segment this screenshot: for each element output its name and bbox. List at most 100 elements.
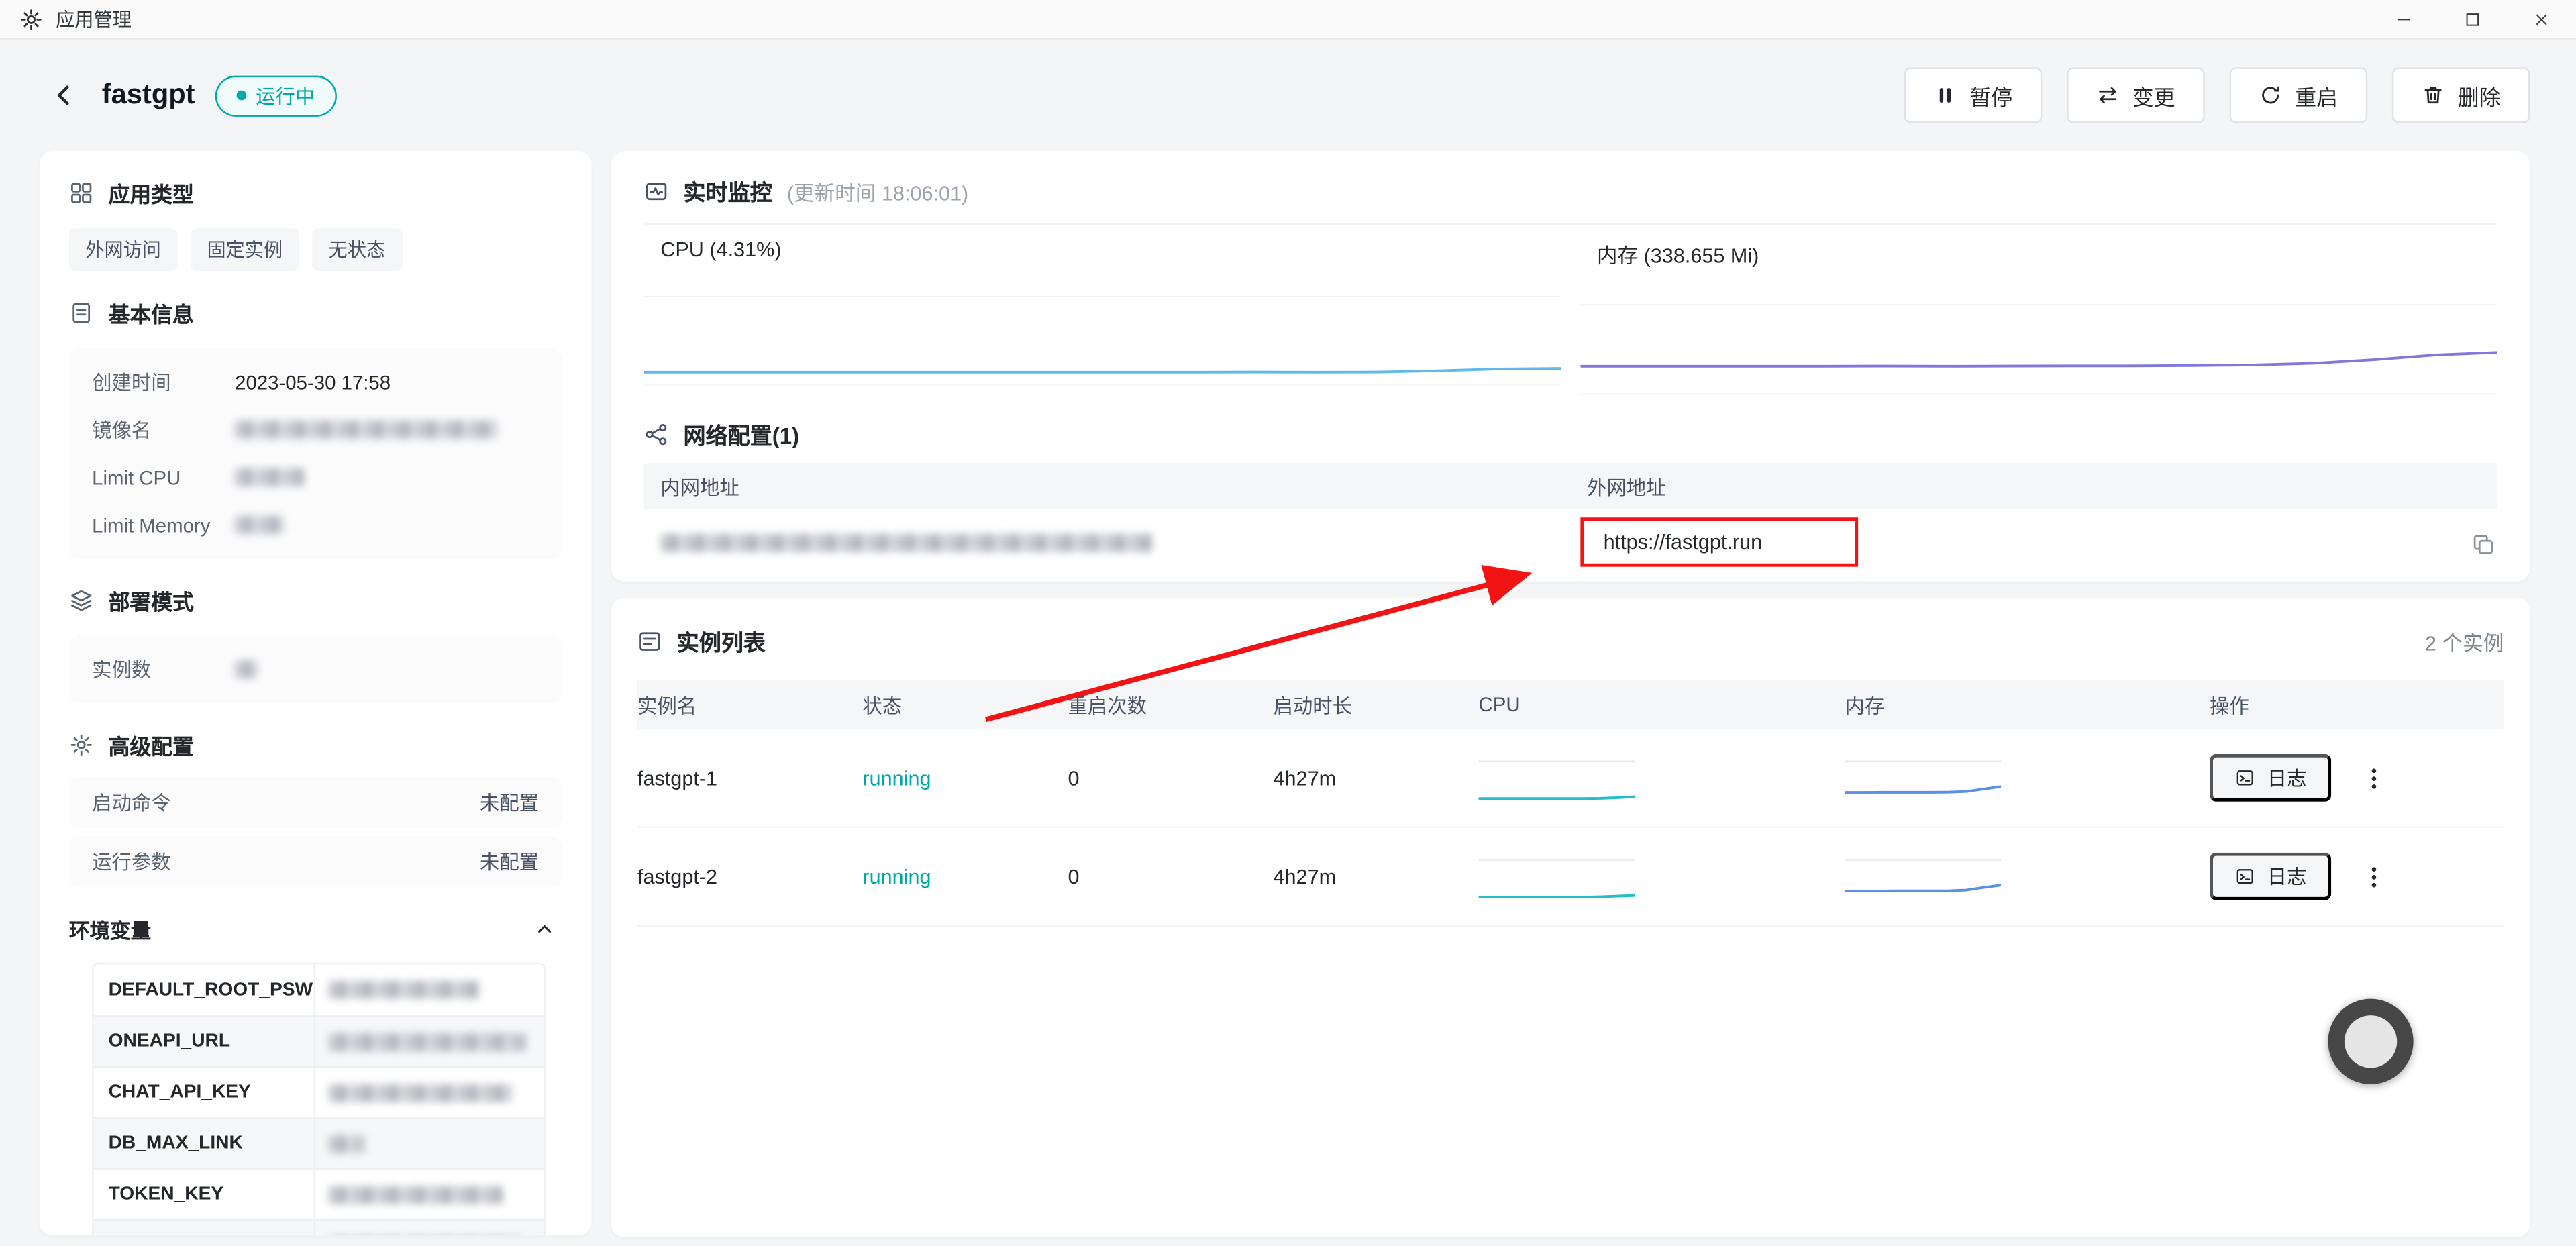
env-key: DEFAULT_ROOT_PSW xyxy=(94,964,316,1015)
env-row: DB_MAX_LINK xyxy=(94,1117,544,1168)
monitor-header: 实时监控 (更新时间 18:06:01) xyxy=(644,174,2497,207)
section-basic-info: 基本信息 xyxy=(69,297,562,329)
log-button-label: 日志 xyxy=(2267,862,2307,890)
env-row: CHAT_API_KEY xyxy=(94,1066,544,1117)
network-table-row: https://fastgpt.run xyxy=(644,509,2497,575)
chevron-up-icon xyxy=(533,917,555,939)
cpu-chart-label: CPU (4.31%) xyxy=(644,225,1561,268)
app-window: 应用管理 fastgpt 运行中 暂 xyxy=(0,0,2576,1246)
change-button[interactable]: 变更 xyxy=(2067,67,2205,123)
kebab-menu-icon xyxy=(2361,864,2387,890)
info-label: 实例数 xyxy=(92,656,235,684)
memory-sparkline-chart xyxy=(1845,750,2002,806)
maximize-button[interactable] xyxy=(2438,0,2507,38)
redacted-env-value xyxy=(329,981,480,999)
instance-cpu-sparkline xyxy=(1479,849,1635,904)
memory-sparkline-chart xyxy=(1845,849,2002,904)
network-table-header: 内网地址 外网地址 xyxy=(644,463,2497,509)
env-key: FILE_TOKEN_KEY xyxy=(94,1221,316,1235)
pause-button[interactable]: 暂停 xyxy=(1904,67,2043,123)
section-advanced-config-title: 高级配置 xyxy=(109,729,194,761)
env-collapse-toggle[interactable] xyxy=(525,910,562,946)
network-config-header: 网络配置(1) xyxy=(644,417,2497,450)
instance-list-panel: 实例列表 2 个实例 实例名 状态 重启次数 启动时长 CPU 内存 操作 fa… xyxy=(611,598,2530,1237)
log-button-label: 日志 xyxy=(2267,764,2307,792)
app-type-tags: 外网访问 固定实例 无状态 xyxy=(69,228,562,271)
env-key: ONEAPI_URL xyxy=(94,1017,316,1066)
external-address-cell: https://fastgpt.run xyxy=(1571,517,2497,566)
monitor-network-panel: 实时监控 (更新时间 18:06:01) CPU (4.31%) 内存 (338… xyxy=(611,151,2530,581)
swap-arrows-icon xyxy=(2096,84,2119,107)
env-key: TOKEN_KEY xyxy=(94,1170,316,1218)
instance-row: fastgpt-1 running 0 4h27m 日志 xyxy=(637,729,2504,828)
instance-uptime: 4h27m xyxy=(1274,766,1479,789)
env-value xyxy=(315,981,544,999)
env-row: TOKEN_KEY xyxy=(94,1168,544,1219)
delete-button-label: 删除 xyxy=(2458,80,2501,111)
page-header: fastgpt 运行中 暂停 变更 xyxy=(0,40,2576,151)
external-url-link[interactable]: https://fastgpt.run xyxy=(1604,531,1763,554)
network-icon xyxy=(644,421,669,446)
minimize-icon xyxy=(2393,9,2413,28)
instance-list-title: 实例列表 xyxy=(677,624,766,657)
section-advanced-config: 高级配置 xyxy=(69,729,562,761)
col-cpu: CPU xyxy=(1479,693,1845,716)
pause-icon xyxy=(1934,84,1957,107)
more-actions-button[interactable] xyxy=(2357,756,2390,799)
log-button[interactable]: 日志 xyxy=(2210,754,2331,802)
col-status: 状态 xyxy=(862,691,1068,719)
instance-uptime: 4h27m xyxy=(1274,865,1479,888)
close-button[interactable] xyxy=(2507,0,2576,38)
monitor-title: 实时监控 xyxy=(684,174,772,207)
deploy-mode-block: 实例数 xyxy=(69,636,562,703)
grid-icon xyxy=(69,180,94,205)
memory-usage-line-chart xyxy=(1580,276,2497,393)
app-detail-sidebar: 应用类型 外网访问 固定实例 无状态 基本信息 创建时间 2023-05-30 … xyxy=(40,151,592,1235)
env-row: DEFAULT_ROOT_PSW xyxy=(94,964,544,1015)
restart-button[interactable]: 重启 xyxy=(2229,67,2367,123)
info-label: Limit CPU xyxy=(92,466,235,488)
window-title: 应用管理 xyxy=(56,6,132,32)
instance-row: fastgpt-2 running 0 4h27m 日志 xyxy=(637,828,2504,927)
chevron-left-icon xyxy=(51,82,77,108)
env-value xyxy=(315,1135,544,1153)
env-row: ONEAPI_URL xyxy=(94,1015,544,1066)
redacted-env-value xyxy=(329,1033,526,1051)
instance-count: 2 个实例 xyxy=(2425,625,2504,657)
back-button[interactable] xyxy=(46,77,83,113)
col-memory: 内存 xyxy=(1845,691,2210,719)
instance-operations: 日志 xyxy=(2210,853,2504,900)
env-row: FILE_TOKEN_KEY xyxy=(94,1219,544,1235)
copy-url-button[interactable] xyxy=(2467,529,2497,558)
redacted-limit-cpu xyxy=(235,468,304,486)
redacted-image-name xyxy=(235,421,498,439)
instance-name: fastgpt-1 xyxy=(637,766,862,789)
delete-button[interactable]: 删除 xyxy=(2392,67,2530,123)
redacted-limit-memory xyxy=(235,516,284,534)
cpu-chart-column: CPU (4.31%) xyxy=(644,225,1561,394)
trash-icon xyxy=(2422,84,2444,107)
monitor-charts: CPU (4.31%) 内存 (338.655 Mi) xyxy=(644,225,2497,394)
section-basic-info-title: 基本信息 xyxy=(109,297,194,329)
network-config-title: 网络配置(1) xyxy=(684,417,800,450)
log-button[interactable]: 日志 xyxy=(2210,853,2331,900)
log-icon xyxy=(2234,866,2256,887)
env-key: DB_MAX_LINK xyxy=(94,1119,316,1167)
info-row-limit-memory: Limit Memory xyxy=(92,501,539,549)
more-actions-button[interactable] xyxy=(2357,855,2390,898)
kv-row-run-params: 运行参数 未配置 xyxy=(69,836,562,887)
info-label: 镜像名 xyxy=(92,415,235,444)
memory-chart-area xyxy=(1580,276,2497,394)
env-vars-header: 环境变量 xyxy=(69,907,562,950)
kv-label: 运行参数 xyxy=(92,847,171,876)
restart-button-label: 重启 xyxy=(2295,80,2338,111)
internal-address-column-header: 内网地址 xyxy=(644,472,1571,501)
tag-external-access: 外网访问 xyxy=(69,228,178,271)
env-vars-title: 环境变量 xyxy=(69,913,151,944)
instance-memory-sparkline xyxy=(1845,750,2002,806)
memory-chart-label: 内存 (338.655 Mi) xyxy=(1580,225,2497,276)
minimize-button[interactable] xyxy=(2369,0,2438,38)
col-uptime: 启动时长 xyxy=(1274,691,1479,719)
kv-row-start-command: 启动命令 未配置 xyxy=(69,777,562,828)
advanced-config-rows: 启动命令 未配置 运行参数 未配置 xyxy=(69,777,562,887)
